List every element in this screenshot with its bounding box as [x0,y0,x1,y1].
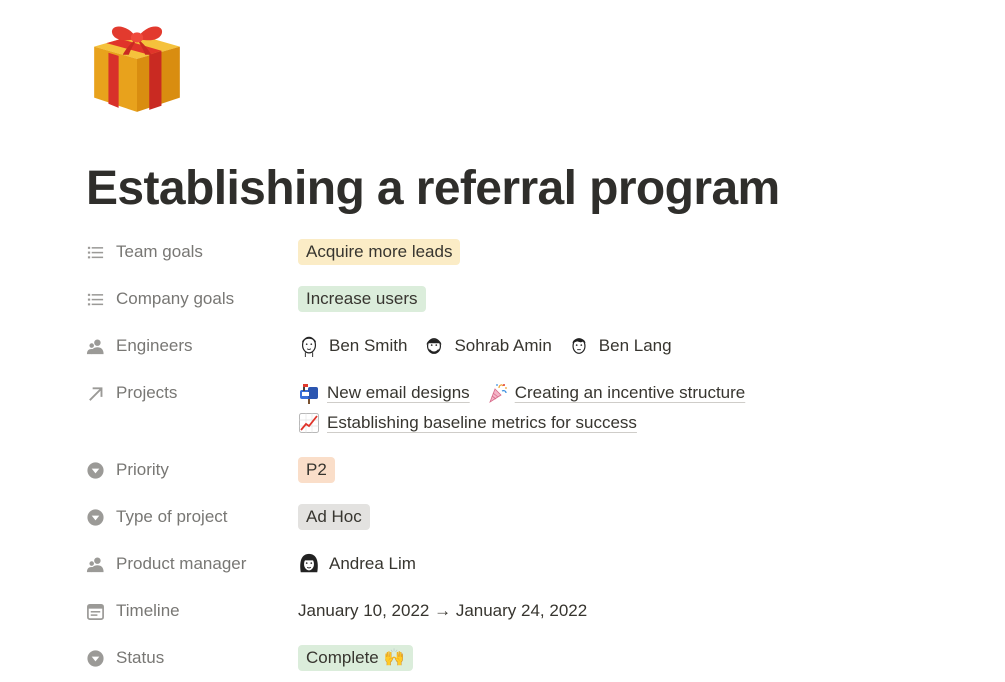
properties-list: Team goals Acquire more leads Company go… [86,229,986,682]
property-name[interactable]: Team goals [86,229,298,275]
project-link[interactable]: Creating an incentive structure [486,382,746,404]
calendar-icon [86,588,116,634]
property-value[interactable]: New email designs Creating an incentive … [298,370,761,438]
select-icon [86,447,116,493]
property-value[interactable]: Complete 🙌 [298,635,413,681]
property-label: Timeline [116,601,180,620]
property-timeline: Timeline January 10, 2022 → January 24, … [86,588,986,635]
property-name[interactable]: Company goals [86,276,298,322]
property-type-of-project: Type of project Ad Hoc [86,494,986,541]
person-chip[interactable]: Ben Lang [568,331,672,361]
mailbox-icon [300,384,318,404]
person-chip[interactable]: Andrea Lim [298,549,416,579]
project-line: New email designs Creating an incentive … [298,378,761,408]
property-name[interactable]: Priority [86,447,298,493]
property-value[interactable]: January 10, 2022 → January 24, 2022 [298,588,587,634]
status-tag[interactable]: Complete 🙌 [298,645,413,671]
property-value[interactable]: Ad Hoc [298,494,370,540]
person-icon [86,541,116,587]
property-value[interactable]: Andrea Lim [298,541,432,587]
person-chip[interactable]: Sohrab Amin [423,331,552,361]
page-title[interactable]: Establishing a referral program [86,158,780,220]
goal-tag[interactable]: Increase users [298,286,426,312]
property-name[interactable]: Timeline [86,588,298,634]
party-popper-icon [488,384,507,403]
project-link[interactable]: New email designs [298,382,470,404]
person-name: Sohrab Amin [454,336,552,355]
property-company-goals: Company goals Increase users [86,276,986,323]
property-name[interactable]: Status [86,635,298,681]
property-name[interactable]: Projects [86,370,298,416]
property-label: Product manager [116,554,247,573]
property-value[interactable]: P2 [298,447,335,493]
property-label: Projects [116,383,178,402]
property-priority: Priority P2 [86,447,986,494]
type-tag[interactable]: Ad Hoc [298,504,370,530]
project-name: New email designs [327,383,470,402]
person-name: Ben Lang [598,336,672,355]
notion-page: Establishing a referral program Team goa… [0,0,1005,678]
property-value[interactable]: Increase users [298,276,426,322]
arrow-up-right-icon [86,370,116,416]
goal-tag[interactable]: Acquire more leads [298,239,461,265]
property-label: Team goals [116,242,203,261]
property-name[interactable]: Engineers [86,323,298,369]
property-label: Company goals [116,289,235,308]
property-team-goals: Team goals Acquire more leads [86,229,986,276]
property-value[interactable]: Acquire more leads [298,229,461,275]
person-icon [86,323,116,369]
select-icon [86,494,116,540]
select-icon [86,635,116,681]
property-product-manager: Product manager Andrea Lim [86,541,986,588]
property-value[interactable]: Ben Smith Sohrab Amin Ben Lang [298,323,688,369]
property-name[interactable]: Product manager [86,541,298,587]
property-label: Type of project [116,507,228,526]
project-link[interactable]: Establishing baseline metrics for succes… [298,412,637,434]
gift-icon[interactable] [86,14,188,116]
project-name: Establishing baseline metrics for succes… [327,413,637,432]
person-name: Ben Smith [329,336,408,355]
project-line: Establishing baseline metrics for succes… [298,408,653,438]
list-icon [86,229,116,275]
date-range[interactable]: January 10, 2022 → January 24, 2022 [298,601,587,621]
avatar [300,553,318,573]
avatar [427,338,442,354]
property-label: Engineers [116,336,193,355]
property-label: Priority [116,460,169,479]
chart-increasing-icon [299,413,319,433]
property-label: Status [116,648,165,667]
property-name[interactable]: Type of project [86,494,298,540]
property-projects: Projects New email designs Creating an i… [86,370,986,447]
person-name: Andrea Lim [329,554,416,573]
priority-tag[interactable]: P2 [298,457,335,483]
avatar [572,338,586,354]
property-status: Status Complete 🙌 [86,635,986,682]
person-chip[interactable]: Ben Smith [298,331,407,361]
list-icon [86,276,116,322]
avatar [301,336,317,357]
property-engineers: Engineers Ben Smith Sohrab Amin Ben Lang [86,323,986,370]
project-name: Creating an incentive structure [514,383,746,402]
